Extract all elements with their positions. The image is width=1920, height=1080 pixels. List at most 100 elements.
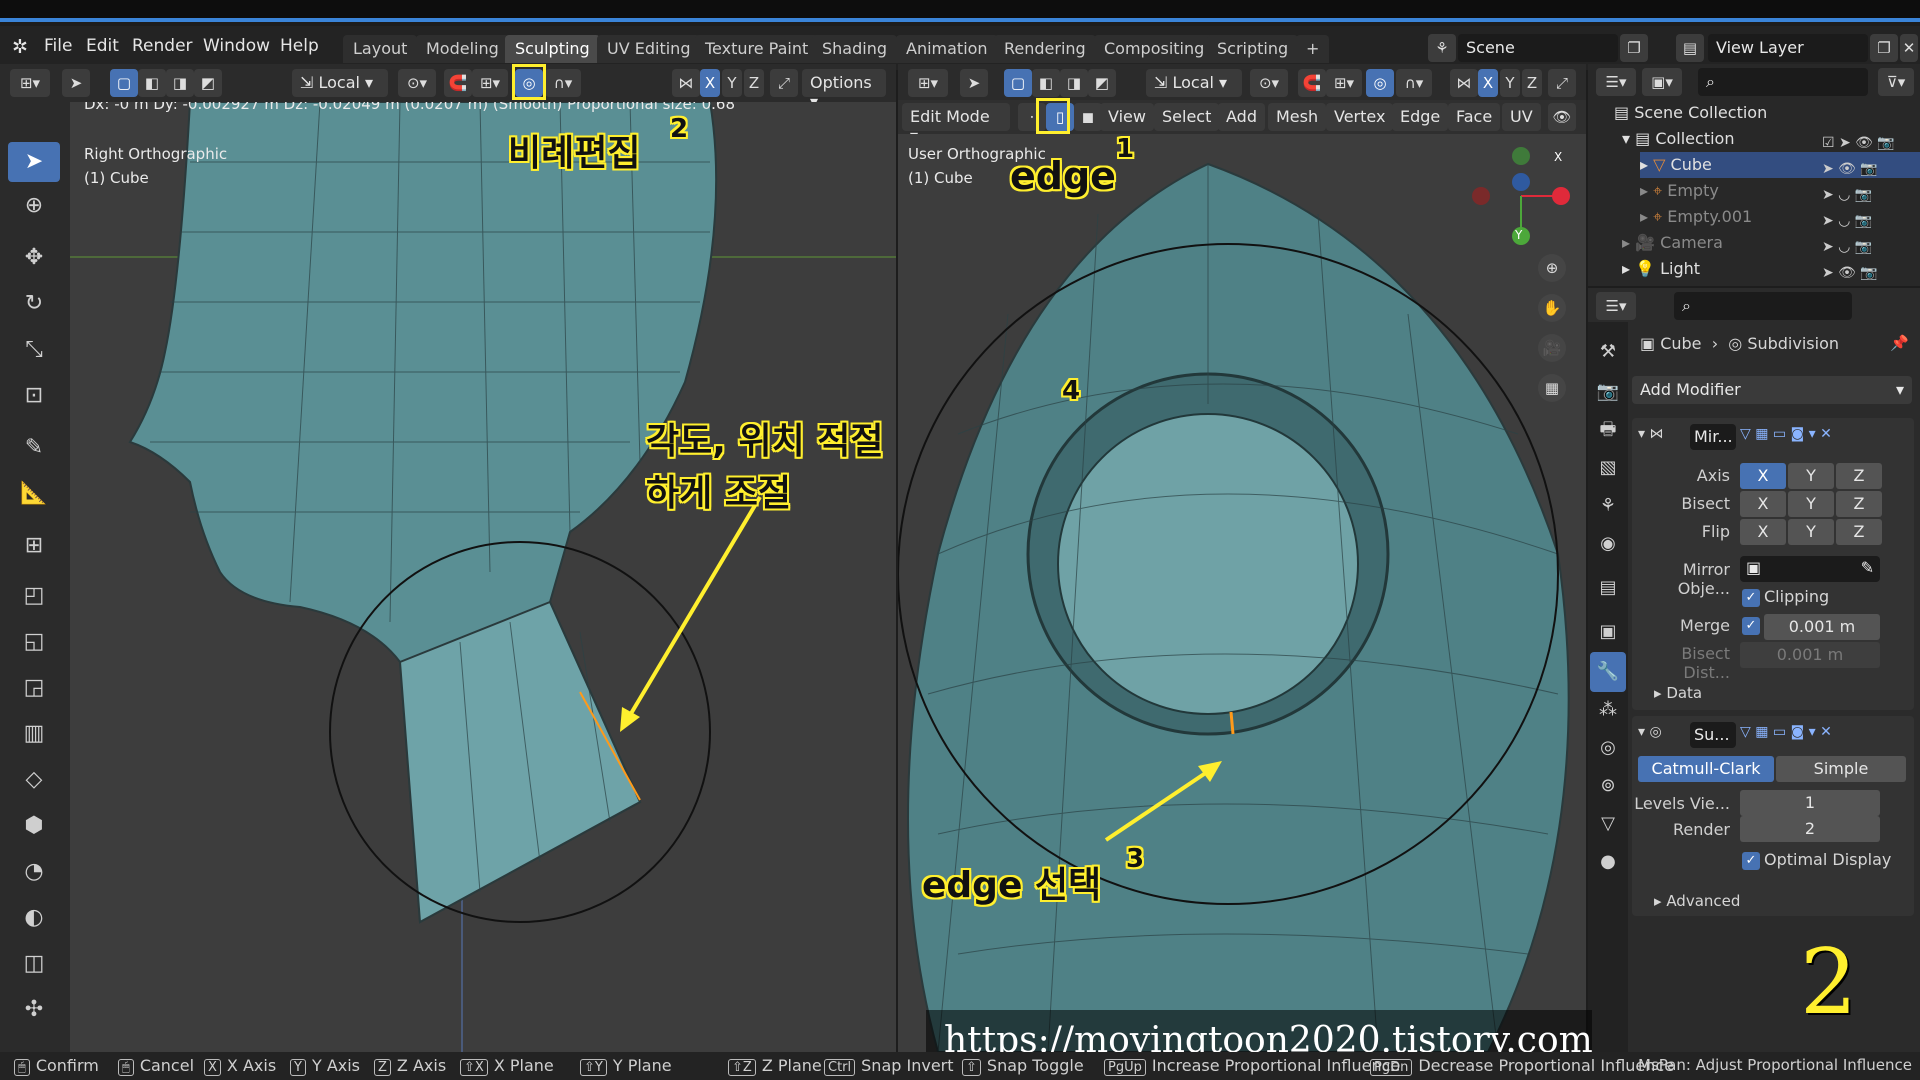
visibility-icons[interactable]: ☑ ➤ 👁 📷 ➤ 👁 📷 ➤ ◡ 📷 ➤ ◡ 📷 ➤ ◡ 📷 ➤ 👁 📷 [1822,130,1895,286]
blender-logo-icon[interactable]: ✲ [12,36,28,58]
particles-tab-icon[interactable]: ⁂ [1590,690,1626,730]
outliner-item-camera[interactable]: ▸ 🎥 Camera [1622,230,1723,256]
bisect-y-toggle[interactable]: Y [1788,491,1834,517]
add-modifier-dropdown[interactable]: Add Modifier ▾ [1632,376,1912,404]
view-layer-tab-icon[interactable]: ▧ [1590,448,1626,488]
snap-icon-2[interactable]: 🧲 [1298,69,1326,97]
menu-face[interactable]: Face [1448,103,1501,131]
advanced-subpanel[interactable]: ▸ Advanced [1654,892,1740,910]
data-tab-icon[interactable]: ▽ [1590,804,1626,844]
editor-type-icon[interactable]: ⊞▾ [10,69,50,97]
auto-merge-icon[interactable]: ⤢ [770,69,798,97]
options-dropdown[interactable]: Options ▾ [802,69,886,111]
select-mode-icon-2[interactable]: ➤ [960,69,988,97]
outliner-item-empty-001[interactable]: ▸ ⌖ Empty.001 [1640,204,1752,230]
material-tab-icon[interactable]: ● [1590,842,1626,882]
measure-tool-icon[interactable]: 📐 [8,474,60,514]
transform-orientation-dropdown[interactable]: ⇲ Local ▾ [292,69,388,97]
tab-layout[interactable]: Layout [343,35,418,63]
auto-merge-icon-2[interactable]: ⤢ [1548,69,1576,97]
bisect-distance-field[interactable]: 0.001 m [1740,642,1880,668]
axis-z-toggle[interactable]: Z [1836,463,1882,489]
view-layer-selector[interactable]: View Layer [1708,34,1868,62]
overlay-visibility-icon[interactable]: 👁 [1548,103,1576,131]
properties-type-icon[interactable]: ☰▾ [1596,292,1636,320]
move-tool-icon[interactable]: ✥ [8,238,60,278]
tab-shading[interactable]: Shading [812,35,897,63]
bisect-z-toggle[interactable]: Z [1836,491,1882,517]
scene-selector[interactable]: Scene [1458,34,1618,62]
select-mode-icon[interactable]: ➤ [62,69,90,97]
pin-icon[interactable]: 📌 [1890,334,1909,352]
mirror-name-field[interactable]: Mir... [1690,424,1736,450]
render-levels-field[interactable]: 2 [1740,816,1880,842]
menu-edit[interactable]: Edit [86,36,119,56]
outliner-item-light[interactable]: ▸ 💡 Light [1622,256,1700,282]
outliner-filter-icon[interactable]: ⊽▾ [1878,68,1914,96]
subsurf-name-field[interactable]: Su... [1690,722,1736,748]
flip-z-toggle[interactable]: Z [1836,519,1882,545]
menu-vertex[interactable]: Vertex [1326,103,1394,131]
display-mode-icon[interactable]: ▣▾ [1642,68,1682,96]
tab-uv-editing[interactable]: UV Editing [597,35,701,63]
select-extend-icon[interactable]: ◧ [138,69,166,97]
snap-target-icon[interactable]: ⊞▾ [472,69,508,97]
smooth-tool-icon[interactable]: ◐ [8,898,60,938]
transform-orientation-dropdown-2[interactable]: ⇲ Local ▾ [1146,69,1242,97]
outliner-type-icon[interactable]: ☰▾ [1596,68,1636,96]
collection-row[interactable]: ▾ ▤ Collection [1622,126,1734,152]
snap-icon[interactable]: 🧲 [444,69,472,97]
subsurf-display-icons[interactable]: ▽ ▦ ▭ ◙ ▾ ✕ [1740,724,1832,740]
add-workspace-button[interactable]: + [1296,35,1330,63]
annotate-tool-icon[interactable]: ✎ [8,428,60,468]
select-invert-icon[interactable]: ◩ [194,69,222,97]
scene-icon[interactable]: ⚘ [1428,34,1456,62]
menu-add[interactable]: Add [1218,103,1265,131]
mirror-object-field[interactable]: ▣ ✎ [1740,556,1880,582]
remove-view-layer-icon[interactable]: ✕ [1900,34,1918,62]
simple-toggle[interactable]: Simple [1776,756,1906,782]
poly-build-tool-icon[interactable]: ⬢ [8,806,60,846]
tab-compositing[interactable]: Compositing [1094,35,1215,63]
shrink-tool-icon[interactable]: ✣ [8,990,60,1030]
scene-tab-icon[interactable]: ⚘ [1590,486,1626,526]
mirror-display-icons[interactable]: ▽ ▦ ▭ ◙ ▾ ✕ [1740,426,1832,442]
extrude-tool-icon[interactable]: ◰ [8,576,60,616]
menu-render[interactable]: Render [132,36,193,56]
optimal-display-checkbox[interactable]: ✓ [1742,852,1760,870]
pivot-icon-2[interactable]: ⊙▾ [1250,69,1288,97]
transform-tool-icon[interactable]: ⊡ [8,376,60,416]
mirror-x-toggle[interactable]: X [700,69,720,97]
loop-cut-tool-icon[interactable]: ▥ [8,714,60,754]
mirror-x-toggle-2[interactable]: X [1478,69,1498,97]
mirror-icon-2[interactable]: ⋈ [1450,69,1478,97]
axis-x-toggle[interactable]: X [1740,463,1786,489]
face-select-icon[interactable]: ◼ [1074,103,1102,131]
inset-tool-icon[interactable]: ◱ [8,622,60,662]
new-scene-icon[interactable]: ❐ [1620,34,1648,62]
flip-y-toggle[interactable]: Y [1788,519,1834,545]
menu-help[interactable]: Help [280,36,319,56]
falloff-icon[interactable]: ∩▾ [545,69,581,97]
collapse-subsurf-icon[interactable]: ▾ ◎ [1638,724,1662,740]
catmull-clark-toggle[interactable]: Catmull-Clark [1638,756,1774,782]
scene-collection-row[interactable]: ▤ Scene Collection [1614,100,1767,126]
pan-hand-icon[interactable]: ✋ [1538,294,1566,322]
proportional-editing-icon-2[interactable]: ◎ [1366,69,1394,97]
select-extend-icon-2[interactable]: ◧ [1032,69,1060,97]
menu-mesh[interactable]: Mesh [1268,103,1327,131]
tab-texture-paint[interactable]: Texture Paint [695,35,819,63]
clipping-checkbox[interactable]: ✓ [1742,589,1760,607]
editor-type-icon-2[interactable]: ⊞▾ [908,69,948,97]
scale-tool-icon[interactable]: ⤡ [8,330,60,370]
object-tab-icon[interactable]: ▣ [1590,612,1626,652]
mirror-icon[interactable]: ⋈ [672,69,700,97]
constraints-tab-icon[interactable]: ⊚ [1590,766,1626,806]
right-3d-viewport[interactable]: User Orthographic (1) Cube X Y ⊕ ✋ 🎥 ▦ e… [898,134,1586,1052]
snap-target-icon-2[interactable]: ⊞▾ [1326,69,1362,97]
axis-y-toggle[interactable]: Y [1788,463,1834,489]
mode-dropdown[interactable]: Edit Mode ▾ [902,103,1010,145]
outliner-item-empty[interactable]: ▸ ⌖ Empty [1640,178,1719,204]
menu-uv[interactable]: UV [1502,103,1541,131]
outliner-search[interactable]: ⌕ [1698,68,1868,96]
